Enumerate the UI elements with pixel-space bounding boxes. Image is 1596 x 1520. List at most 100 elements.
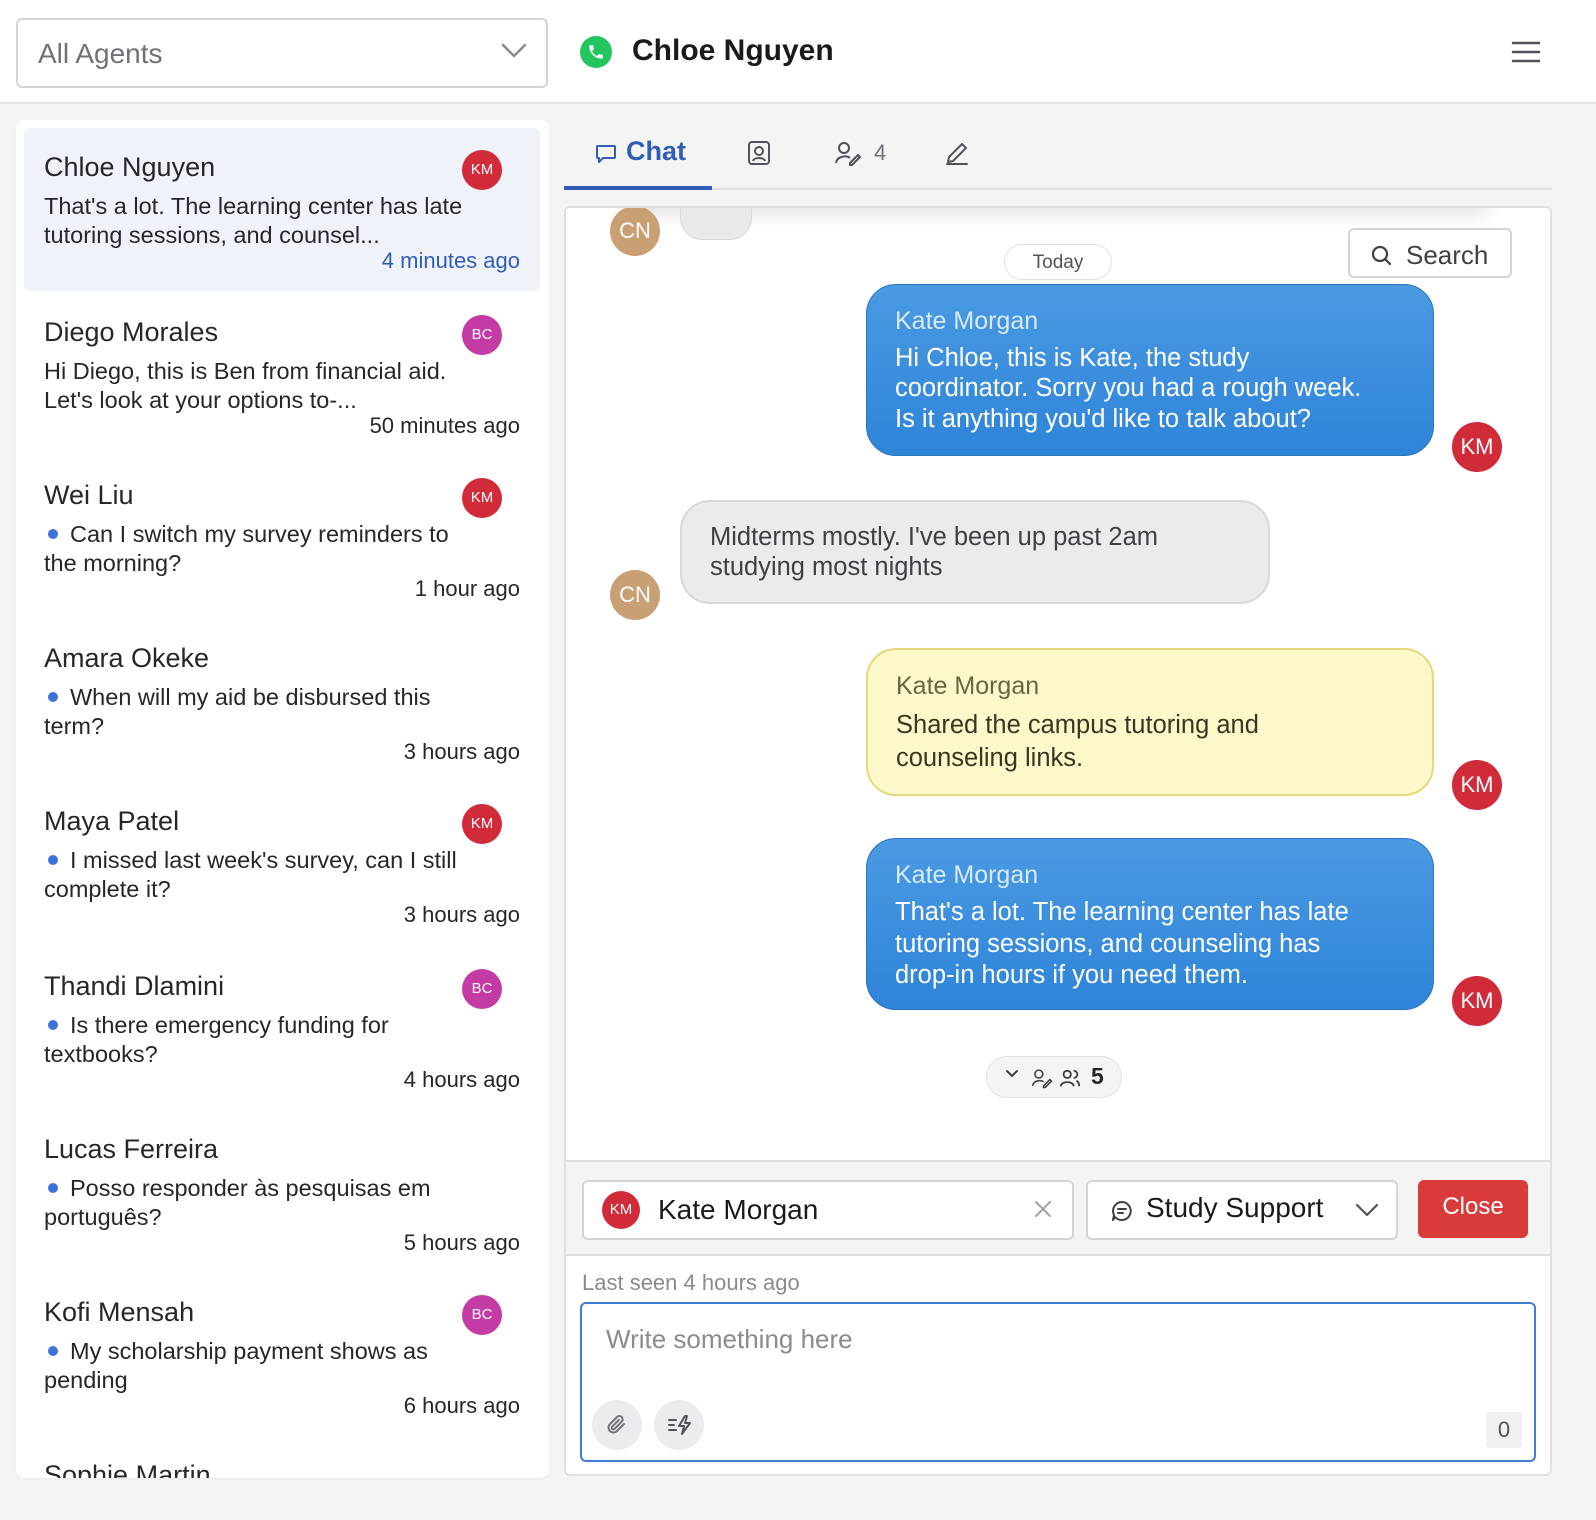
conversation-controls: KM Kate Morgan Study Support Close (566, 1160, 1550, 1256)
queue-select[interactable]: Study Support (1086, 1180, 1398, 1240)
tab-chat-label: Chat (626, 136, 686, 166)
conversation-item[interactable]: Wei Liu Can I switch my survey reminders … (24, 456, 540, 619)
conversation-list: Chloe Nguyen That's a lot. The learning c… (16, 120, 549, 1478)
unread-dot-icon (48, 1020, 58, 1031)
conversation-contact-name: Amara Okeke (44, 643, 210, 673)
queue-name: Study Support (1146, 1192, 1324, 1223)
conversation-preview: Can I switch my survey reminders to the … (44, 520, 464, 578)
conversation-preview: Posso responder às pesquisas em portuguê… (44, 1174, 464, 1232)
unread-dot-icon (48, 692, 58, 703)
message-thread[interactable]: CN Today Search Kate Morgan Hi Chloe, th… (566, 208, 1550, 1160)
conversation-preview-text: My scholarship payment shows as pending (44, 1338, 428, 1393)
agent-filter-value: All Agents (38, 38, 163, 69)
hamburger-menu-icon[interactable] (1510, 38, 1542, 66)
conversation-time: 50 minutes ago (369, 413, 520, 438)
notes-count: 4 (874, 140, 887, 165)
conversation-contact-name: Wei Liu (44, 480, 134, 510)
customer-avatar: CN (610, 208, 660, 256)
message-text-line: drop-in hours if you need them. (895, 961, 1248, 989)
conversation-item[interactable]: Lucas Ferreira Posso responder às pesquis… (24, 1110, 540, 1273)
conversation-contact-name: Kofi Mensah (44, 1297, 195, 1327)
message-text-line: Shared the campus tutoring and (896, 711, 1259, 739)
conversation-preview: Hi Diego, this is Ben from financial aid… (44, 357, 464, 415)
conversation-preview-text: Hi Diego, this is Ben from financial aid… (44, 358, 447, 413)
internal-note-message: Kate Morgan Shared the campus tutoring a… (866, 648, 1434, 796)
message-text-line: Is it anything you'd like to talk about? (895, 405, 1311, 433)
customer-message: Midterms mostly. I've been up past 2am s… (680, 500, 1270, 604)
quick-reply-bolt-icon (668, 1415, 691, 1435)
message-sender: Kate Morgan (895, 307, 1039, 335)
conversation-time: 4 minutes ago (381, 248, 520, 273)
conversation-preview-text: When will my aid be disbursed this term? (44, 684, 431, 739)
top-header: All Agents Chloe Nguyen (0, 0, 1596, 104)
conversation-item[interactable]: Kofi Mensah My scholarship payment shows … (24, 1273, 540, 1436)
assigned-agent-badge: KM (462, 804, 502, 844)
conversation-time: 4 hours ago (403, 1067, 520, 1092)
attach-button[interactable] (592, 1400, 642, 1450)
users-icon (1059, 1069, 1081, 1087)
conversation-item[interactable]: Diego Morales Hi Diego, this is Ben from … (24, 293, 540, 456)
agent-filter-select[interactable]: All Agents (16, 18, 548, 88)
conversation-tabs: Chat 4 (564, 120, 1552, 190)
conversation-item[interactable]: Maya Patel I missed last week's survey, c… (24, 782, 540, 945)
unread-dot-icon (48, 529, 58, 540)
conversation-item[interactable]: Thandi Dlamini Is there emergency funding… (24, 947, 540, 1110)
paperclip-icon (607, 1415, 625, 1434)
assignee-avatar: KM (602, 1191, 640, 1229)
contact-title: Chloe Nguyen (632, 34, 834, 67)
assigned-agent-badge: BC (462, 969, 502, 1009)
message-text-line: coordinator. Sorry you had a rough week. (895, 374, 1362, 402)
conversation-time: 3 hours ago (403, 739, 520, 764)
agent-message: Kate Morgan That's a lot. The learning c… (866, 838, 1434, 1010)
message-text-line: tutoring sessions, and counseling has (895, 930, 1321, 958)
search-icon (1371, 245, 1392, 266)
conversation-contact-name: Diego Morales (44, 317, 219, 347)
conversation-preview-text: That's a lot. The learning center has la… (44, 193, 463, 248)
tab-contact[interactable] (744, 120, 804, 190)
tab-chat[interactable]: Chat (564, 120, 712, 190)
message-text-line: studying most nights (710, 553, 943, 581)
tab-notes[interactable]: 4 (830, 120, 900, 190)
chevron-down-icon (1355, 1203, 1379, 1217)
conversation-preview: That's a lot. The learning center has la… (44, 192, 464, 250)
close-conversation-button[interactable]: Close (1418, 1180, 1528, 1238)
chat-queue-icon (1112, 1201, 1132, 1221)
conversation-time: 3 hours ago (403, 902, 520, 927)
pencil-icon (946, 143, 968, 165)
agent-avatar: KM (1452, 422, 1502, 472)
contact-card-icon (748, 141, 770, 165)
chevron-down-icon (501, 43, 527, 58)
conversation-item[interactable]: Amara Okeke When will my aid be disbursed… (24, 619, 540, 782)
phone-icon (580, 36, 612, 68)
conversation-time: 6 hours ago (403, 1393, 520, 1418)
conversation-preview: I missed last week's survey, can I still… (44, 846, 464, 904)
clear-assignee-icon[interactable] (1032, 1198, 1054, 1220)
message-composer[interactable]: Write something here 0 (580, 1302, 1536, 1462)
conversation-contact-name: Maya Patel (44, 806, 180, 836)
message-sender: Kate Morgan (895, 861, 1039, 889)
collapsed-activity-toggle[interactable]: 5 (986, 1056, 1122, 1098)
message-text-line: Midterms mostly. I've been up past 2am (710, 523, 1158, 551)
message-text-line: Hi Chloe, this is Kate, the study (895, 344, 1250, 372)
conversation-contact-name[interactable]: Sophie Martin (44, 1460, 211, 1478)
date-divider: Today (1004, 244, 1112, 280)
conversation-preview: When will my aid be disbursed this term? (44, 683, 464, 741)
tab-edit[interactable] (942, 120, 982, 190)
search-messages-button[interactable]: Search (1348, 228, 1512, 278)
assigned-agent-badge: BC (462, 1295, 502, 1335)
character-count: 0 (1486, 1412, 1522, 1448)
conversation-preview-text: Is there emergency funding for textbooks… (44, 1012, 389, 1067)
customer-avatar: CN (610, 570, 660, 620)
conversation-preview: My scholarship payment shows as pending (44, 1337, 464, 1395)
search-label: Search (1406, 240, 1489, 270)
conversation-preview-text: Posso responder às pesquisas em portuguê… (44, 1175, 431, 1230)
chevron-down-icon (1006, 1070, 1018, 1078)
chat-bubble-icon (596, 145, 616, 163)
composer-placeholder: Write something here (606, 1324, 853, 1354)
conversation-contact-name: Thandi Dlamini (44, 971, 225, 1001)
conversation-contact-name: Chloe Nguyen (44, 152, 216, 182)
conversation-item[interactable]: Chloe Nguyen That's a lot. The learning c… (24, 128, 540, 291)
quick-reply-button[interactable] (654, 1400, 704, 1450)
assignee-select[interactable]: KM Kate Morgan (582, 1180, 1074, 1240)
agent-avatar: KM (1452, 760, 1502, 810)
